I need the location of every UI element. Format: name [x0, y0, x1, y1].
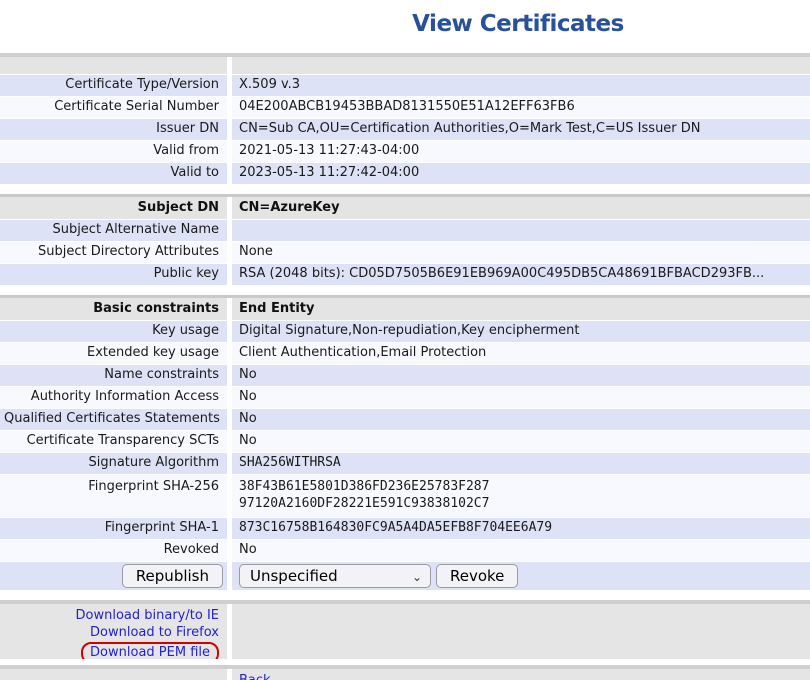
row-value: RSA (2048 bits): CD05D7505B6E91EB969A00C… — [232, 264, 810, 285]
downloads-links-cell: Download binary/to IE Download to Firefo… — [0, 604, 232, 659]
downloads-row: Download binary/to IE Download to Firefo… — [0, 604, 810, 660]
row-value: No — [232, 387, 810, 408]
table-row: Certificate Type/Version X.509 v.3 — [0, 75, 810, 97]
row-label: Name constraints — [0, 365, 232, 386]
section-subject: Subject DN CN=AzureKey Subject Alternati… — [0, 194, 810, 286]
section-header-label: Subject DN — [0, 197, 232, 219]
actions-right-cell: Unspecified ⌄ Revoke — [232, 562, 810, 590]
row-label: Authority Information Access — [0, 387, 232, 408]
section-constraints: Basic constraints End Entity Key usage D… — [0, 295, 810, 591]
fingerprint-line-2: 97120A2160DF28221E591C93838102C7 — [239, 495, 804, 512]
page-title: View Certificates — [412, 11, 624, 37]
actions-left-cell: Republish — [0, 562, 232, 590]
table-row: Name constraints No — [0, 365, 810, 387]
row-label: Signature Algorithm — [0, 453, 232, 474]
table-row: Issuer DN CN=Sub CA,OU=Certification Aut… — [0, 119, 810, 141]
table-row: Subject Alternative Name — [0, 220, 810, 242]
revocation-reason-selected-value: Unspecified — [250, 566, 338, 586]
row-label: Revoked — [0, 540, 232, 561]
back-link[interactable]: Back — [239, 673, 271, 680]
section-header-subject-dn: Subject DN CN=AzureKey — [0, 197, 810, 220]
table-row: Revoked No — [0, 540, 810, 562]
section-header-label — [0, 57, 232, 74]
republish-button[interactable]: Republish — [122, 564, 223, 588]
table-row: Qualified Certificates Statements No — [0, 409, 810, 431]
row-label: Certificate Serial Number — [0, 97, 232, 118]
row-value: No — [232, 431, 810, 452]
row-value: CN=Sub CA,OU=Certification Authorities,O… — [232, 119, 810, 140]
chevron-down-icon: ⌄ — [412, 571, 422, 583]
table-row: Valid to 2023-05-13 11:27:42-04:00 — [0, 163, 810, 185]
table-row: Authority Information Access No — [0, 387, 810, 409]
table-row: Subject Directory Attributes None — [0, 242, 810, 264]
table-row: Key usage Digital Signature,Non-repudiat… — [0, 321, 810, 343]
row-label: Certificate Type/Version — [0, 75, 232, 96]
downloads-empty-cell — [232, 604, 810, 659]
table-row: Fingerprint SHA-1 873C16758B164830FC9A5A… — [0, 518, 810, 540]
section-header-label: Basic constraints — [0, 298, 232, 320]
download-binary-ie-link[interactable]: Download binary/to IE — [76, 607, 219, 624]
table-row: Valid from 2021-05-13 11:27:43-04:00 — [0, 141, 810, 163]
section-back: Back — [0, 665, 810, 680]
back-row: Back — [0, 669, 810, 680]
back-link-cell: Back — [232, 669, 810, 680]
row-label: Valid from — [0, 141, 232, 162]
row-value: 2021-05-13 11:27:43-04:00 — [232, 141, 810, 162]
download-firefox-link[interactable]: Download to Firefox — [90, 624, 219, 641]
certificate-table: Certificate Type/Version X.509 v.3 Certi… — [0, 53, 810, 680]
row-label: Key usage — [0, 321, 232, 342]
download-pem-link[interactable]: Download PEM file — [90, 645, 210, 659]
row-value: No — [232, 365, 810, 386]
row-label: Valid to — [0, 163, 232, 184]
row-label: Certificate Transparency SCTs — [0, 431, 232, 452]
table-row: Certificate Transparency SCTs No — [0, 431, 810, 453]
row-value: 2023-05-13 11:27:42-04:00 — [232, 163, 810, 184]
revoke-button[interactable]: Revoke — [436, 564, 518, 588]
row-value — [232, 220, 810, 241]
fingerprint-line-1: 38F43B61E5801D386FD236E25783F287 — [239, 478, 804, 495]
row-value-signature-algorithm: SHA256WITHRSA — [232, 453, 810, 474]
row-value: Client Authentication,Email Protection — [232, 343, 810, 364]
view-certificates-page: View Certificates Certificate Type/Versi… — [0, 0, 810, 680]
table-row: Certificate Serial Number 04E200ABCB1945… — [0, 97, 810, 119]
row-value: X.509 v.3 — [232, 75, 810, 96]
revocation-reason-select[interactable]: Unspecified ⌄ — [239, 564, 431, 588]
section-header-value: End Entity — [232, 298, 810, 320]
row-label: Issuer DN — [0, 119, 232, 140]
back-empty-cell — [0, 669, 232, 680]
row-label: Extended key usage — [0, 343, 232, 364]
row-value: No — [232, 540, 810, 561]
table-row: Extended key usage Client Authentication… — [0, 343, 810, 365]
section-general: Certificate Type/Version X.509 v.3 Certi… — [0, 53, 810, 185]
actions-row: Republish Unspecified ⌄ Revoke — [0, 562, 810, 591]
row-value-fingerprint-sha256: 38F43B61E5801D386FD236E25783F287 97120A2… — [232, 475, 810, 517]
section-header-basic-constraints: Basic constraints End Entity — [0, 298, 810, 321]
section-downloads: Download binary/to IE Download to Firefo… — [0, 600, 810, 660]
row-value: None — [232, 242, 810, 263]
section-header-value: CN=AzureKey — [232, 197, 810, 219]
table-row: Signature Algorithm SHA256WITHRSA — [0, 453, 810, 475]
row-label: Public key — [0, 264, 232, 285]
table-row-fingerprint-sha256: Fingerprint SHA-256 38F43B61E5801D386FD2… — [0, 475, 810, 518]
pem-highlight-oval: Download PEM file — [81, 642, 219, 659]
row-label: Subject Directory Attributes — [0, 242, 232, 263]
row-value-fingerprint-sha1: 873C16758B164830FC9A5A4DA5EFB8F704EE6A79 — [232, 518, 810, 539]
section-header-empty — [0, 57, 810, 75]
row-label: Qualified Certificates Statements — [0, 409, 232, 430]
row-label: Subject Alternative Name — [0, 220, 232, 241]
row-label: Fingerprint SHA-1 — [0, 518, 232, 539]
table-row: Public key RSA (2048 bits): CD05D7505B6E… — [0, 264, 810, 286]
row-value: Digital Signature,Non-repudiation,Key en… — [232, 321, 810, 342]
row-label: Fingerprint SHA-256 — [0, 475, 232, 517]
row-value: No — [232, 409, 810, 430]
row-value: 04E200ABCB19453BBAD8131550E51A12EFF63FB6 — [232, 97, 810, 118]
section-header-value — [232, 57, 810, 74]
